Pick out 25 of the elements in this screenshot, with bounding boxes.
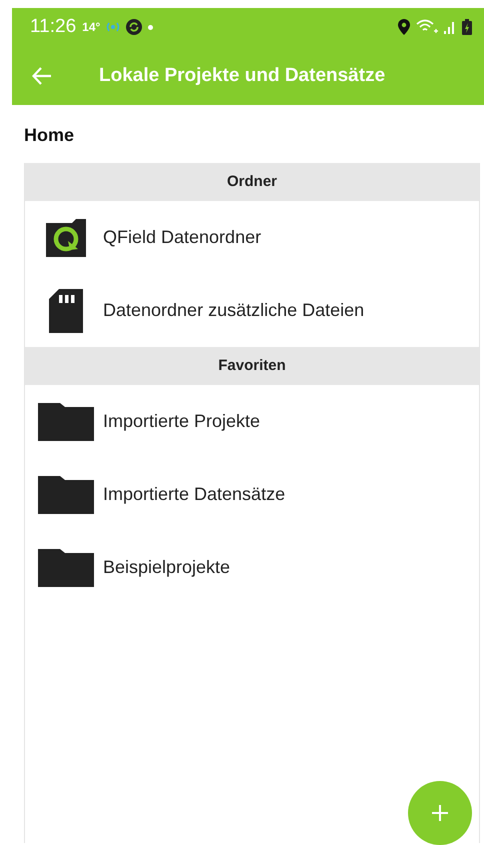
dot-icon	[148, 24, 154, 30]
battery-icon	[462, 19, 472, 35]
sync-icon	[126, 19, 142, 35]
folder-list-item[interactable]: Importierte Datensätze	[25, 458, 479, 531]
wifi-icon	[416, 19, 438, 35]
back-arrow-icon	[32, 66, 52, 84]
broadcast-icon	[106, 21, 120, 33]
status-time: 11:26	[30, 16, 76, 38]
folder-icon	[38, 548, 94, 586]
folder-list-item[interactable]: Importierte Projekte	[25, 385, 479, 458]
folder-list-item[interactable]: QField Datenordner	[25, 201, 479, 274]
folder-list-item[interactable]: Datenordner zusätzliche Dateien	[25, 274, 479, 347]
folder-icon	[38, 402, 94, 440]
section-header: Favoriten	[25, 347, 479, 385]
signal-icon	[444, 20, 456, 34]
qfield-folder-icon	[46, 218, 86, 256]
plus-icon	[431, 804, 449, 822]
temperature: 14°	[82, 20, 100, 34]
section-header: Ordner	[25, 163, 479, 201]
folder-icon	[38, 476, 94, 514]
location-icon	[398, 19, 410, 35]
breadcrumb: Home	[23, 124, 74, 147]
sd-card-icon	[49, 288, 83, 332]
app-title: Lokale Projekte und Datensätze	[99, 64, 386, 86]
folder-list-item[interactable]: Beispielprojekte	[25, 531, 479, 604]
